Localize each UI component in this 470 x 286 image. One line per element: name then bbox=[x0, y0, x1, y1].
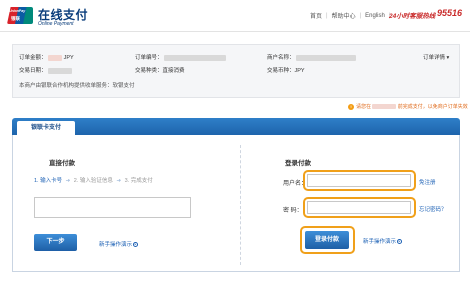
hotline-label: 24小时客服热线 bbox=[389, 13, 436, 20]
play-icon: ▸ bbox=[397, 239, 403, 245]
play-icon: ▸ bbox=[133, 242, 139, 248]
chevron-down-icon: ▾ bbox=[446, 55, 450, 61]
payment-deadline-warning: ! 请您在 前完成支付，以免商户订单失效 bbox=[348, 103, 468, 110]
transaction-date: 交易日期： bbox=[19, 66, 73, 74]
acquirer-notice: 本商户由银联合作机构提供收单服务：软银支付 bbox=[19, 83, 135, 89]
register-link[interactable]: 免注册 bbox=[419, 178, 436, 186]
top-bar: UnionPay 银联 在线支付 Online Payment 首页 | 帮助中… bbox=[0, 0, 470, 32]
step-3: 3. 完成支付 bbox=[124, 178, 153, 184]
hotline-number: 95516 bbox=[437, 8, 463, 18]
direct-pay-title: 直接付款 bbox=[49, 160, 75, 167]
step-1: 1. 输入卡号 bbox=[34, 178, 63, 184]
password-input[interactable] bbox=[307, 201, 411, 214]
direct-pay-steps: 1. 输入卡号 ➔ 2. 输入验证信息 ➔ 3. 完成支付 bbox=[34, 176, 153, 184]
order-info-panel: 订单金额： JPY 订单编号： 商户名称： 订单详情 ▾ 交易日期： 交易种类：… bbox=[12, 44, 460, 98]
order-number: 订单编号： bbox=[135, 53, 227, 61]
direct-demo-link[interactable]: 新手操作演示 ▸ bbox=[99, 240, 139, 248]
nav-english-link[interactable]: English bbox=[365, 13, 385, 19]
order-amount: 订单金额： JPY bbox=[19, 54, 74, 61]
payment-tab-strip: 银联卡支付 bbox=[12, 118, 460, 135]
warning-icon: ! bbox=[348, 103, 354, 110]
brand-subtitle: Online Payment bbox=[38, 21, 74, 27]
nav-help-link[interactable]: 帮助中心 bbox=[332, 11, 356, 20]
arrow-right-icon: ➔ bbox=[116, 178, 122, 184]
transaction-type: 交易种类：直接消费 bbox=[135, 68, 185, 74]
top-nav: 首页 | 帮助中心 | English | bbox=[310, 11, 391, 21]
username-input[interactable] bbox=[307, 174, 411, 187]
card-number-input[interactable] bbox=[34, 197, 191, 218]
tab-unionpay-card[interactable]: 银联卡支付 bbox=[17, 121, 75, 135]
login-demo-link[interactable]: 新手操作演示 ▸ bbox=[363, 237, 403, 245]
login-pay-title: 登录付款 bbox=[285, 160, 311, 167]
unionpay-logo: UnionPay 银联 bbox=[7, 7, 33, 24]
merchant-name: 商户名称： bbox=[267, 53, 357, 61]
arrow-right-icon: ➔ bbox=[65, 178, 71, 184]
password-label: 密 码： bbox=[283, 208, 303, 214]
payment-panel: 直接付款 1. 输入卡号 ➔ 2. 输入验证信息 ➔ 3. 完成支付 下一步 新… bbox=[12, 135, 460, 272]
step-2: 2. 输入验证信息 bbox=[73, 178, 113, 184]
next-button[interactable]: 下一步 bbox=[34, 234, 77, 251]
nav-home-link[interactable]: 首页 bbox=[310, 11, 322, 20]
order-detail-link[interactable]: 订单详情 ▾ bbox=[423, 53, 449, 61]
forgot-password-link[interactable]: 忘记密码？ bbox=[419, 205, 447, 213]
login-pay-button[interactable]: 登录付款 bbox=[305, 231, 349, 249]
panel-divider bbox=[240, 145, 241, 265]
transaction-currency: 交易币种：JPY bbox=[267, 68, 305, 74]
